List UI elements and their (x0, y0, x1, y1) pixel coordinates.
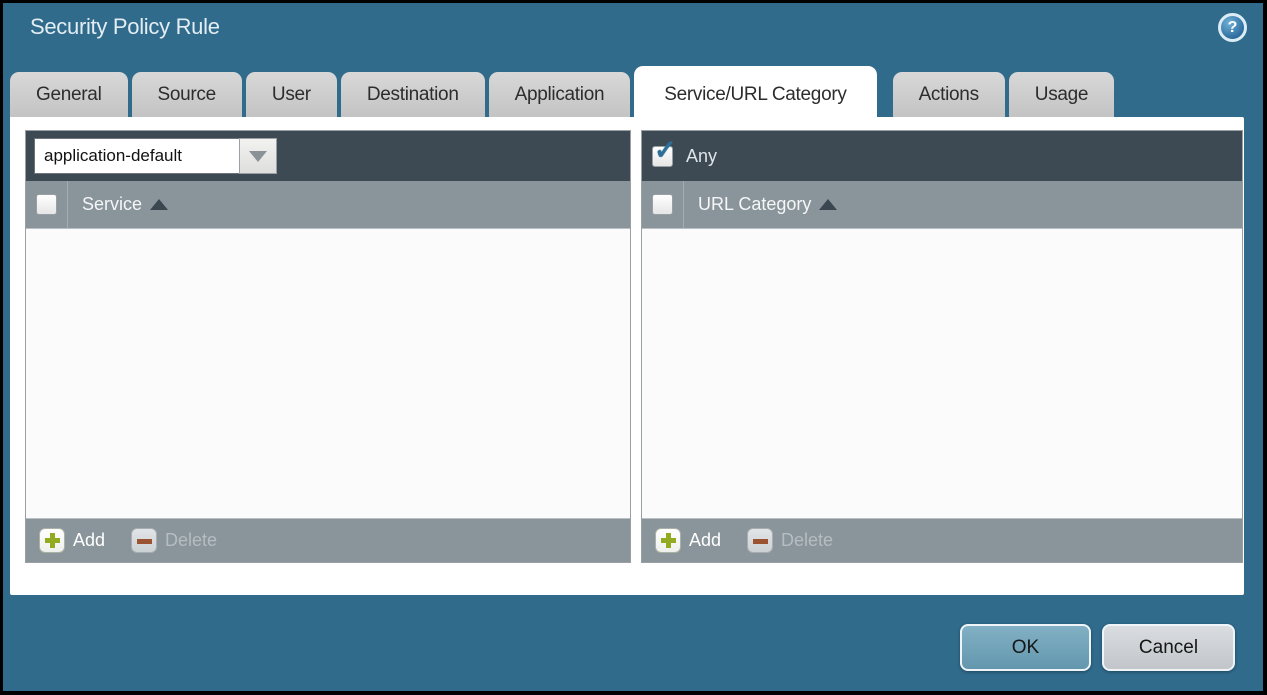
service-type-dropdown (34, 138, 277, 174)
url-category-add-button[interactable]: Add (655, 528, 721, 553)
add-plus-icon (655, 528, 681, 553)
service-panel: Service Add Delete (25, 130, 631, 563)
service-type-bar (26, 131, 630, 181)
url-category-any-bar: ✓ Any (642, 131, 1242, 181)
dialog-title: Security Policy Rule (30, 14, 220, 40)
tab-application[interactable]: Application (489, 72, 631, 118)
url-category-select-all-cell (642, 181, 684, 228)
service-select-all-checkbox[interactable] (36, 194, 57, 215)
sort-ascending-icon[interactable] (150, 199, 168, 210)
service-type-dropdown-button[interactable] (239, 138, 277, 174)
any-checkbox[interactable]: ✓ (652, 146, 673, 167)
delete-button-label: Delete (165, 530, 217, 551)
service-footer: Add Delete (26, 518, 630, 562)
add-button-label: Add (689, 530, 721, 551)
delete-minus-icon (131, 528, 157, 553)
chevron-down-icon (249, 151, 267, 162)
tab-user[interactable]: User (246, 72, 337, 118)
any-row: ✓ Any (652, 146, 717, 167)
delete-button-label: Delete (781, 530, 833, 551)
service-delete-button[interactable]: Delete (131, 528, 217, 553)
url-category-column-header: URL Category (642, 181, 1242, 229)
any-label: Any (686, 146, 717, 167)
tab-source[interactable]: Source (132, 72, 242, 118)
tab-service-url-category[interactable]: Service/URL Category (634, 66, 876, 121)
url-category-list[interactable] (642, 229, 1242, 518)
tab-general[interactable]: General (10, 72, 128, 118)
add-plus-icon (39, 528, 65, 553)
help-icon[interactable]: ? (1218, 13, 1247, 42)
cancel-button[interactable]: Cancel (1102, 624, 1235, 671)
tab-usage[interactable]: Usage (1009, 72, 1114, 118)
url-category-select-all-checkbox[interactable] (652, 194, 673, 215)
security-policy-rule-dialog: Security Policy Rule ? General Source Us… (3, 3, 1263, 691)
tab-destination[interactable]: Destination (341, 72, 485, 118)
url-category-footer: Add Delete (642, 518, 1242, 562)
add-button-label: Add (73, 530, 105, 551)
url-category-delete-button[interactable]: Delete (747, 528, 833, 553)
service-select-all-cell (26, 181, 68, 228)
service-url-category-tab-panel: Service Add Delete (10, 117, 1244, 595)
service-column-label[interactable]: Service (82, 194, 142, 215)
url-category-panel: ✓ Any URL Category Add (641, 130, 1243, 563)
delete-minus-icon (747, 528, 773, 553)
url-category-column-label[interactable]: URL Category (698, 194, 811, 215)
tab-actions[interactable]: Actions (893, 72, 1005, 118)
check-mark-icon: ✓ (654, 135, 677, 166)
service-add-button[interactable]: Add (39, 528, 105, 553)
tab-bar: General Source User Destination Applicat… (10, 66, 1243, 121)
service-column-header: Service (26, 181, 630, 229)
service-list[interactable] (26, 229, 630, 518)
ok-button[interactable]: OK (960, 624, 1091, 671)
service-type-input[interactable] (34, 138, 239, 174)
sort-ascending-icon[interactable] (819, 199, 837, 210)
